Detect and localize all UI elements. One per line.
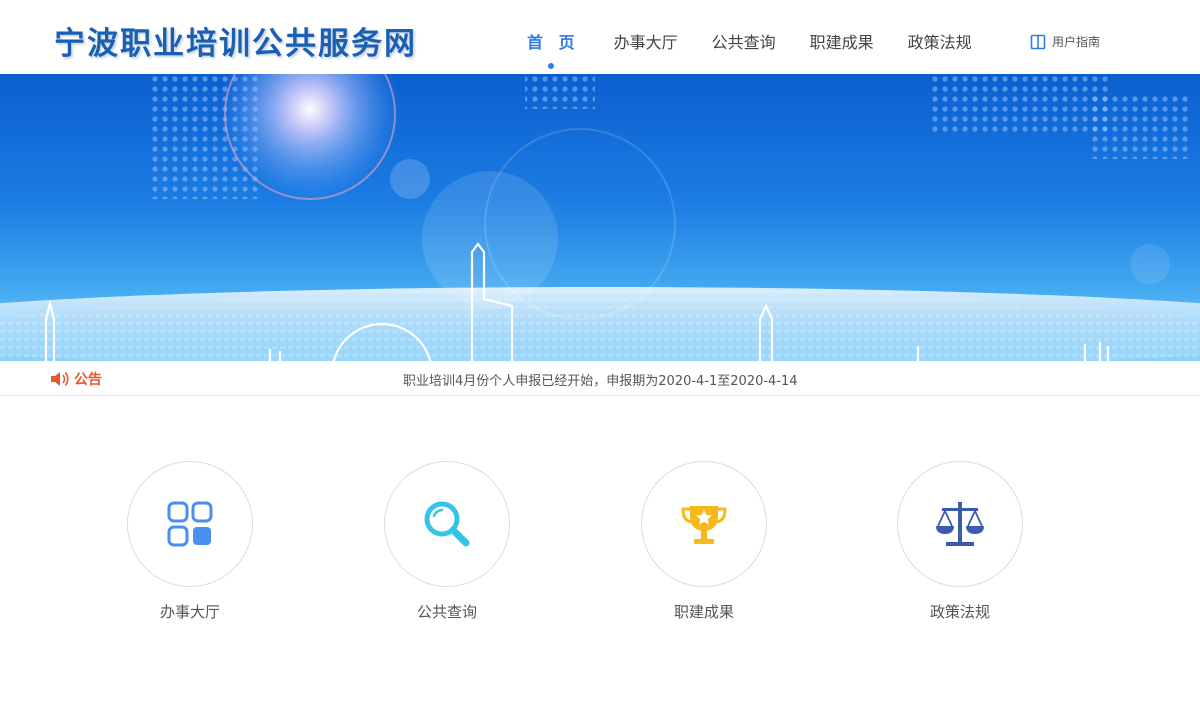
nav-achievements[interactable]: 职建成果 xyxy=(793,0,891,74)
public-query-label: 公共查询 xyxy=(416,603,477,621)
achievements-label: 职建成果 xyxy=(673,603,734,621)
map-dots-far-right xyxy=(1090,94,1190,159)
notice-text[interactable]: 职业培训4月份个人申报已经开始，申报期为2020-4-1至2020-4-14 xyxy=(403,370,798,389)
trophy-icon xyxy=(681,506,727,544)
notice-bar: 公告 职业培训4月份个人申报已经开始，申报期为2020-4-1至2020-4-1… xyxy=(0,361,1200,396)
nav-home-label: 首 页 xyxy=(527,33,580,52)
active-indicator xyxy=(548,63,555,69)
nav-service-hall-label: 办事大厅 xyxy=(613,33,678,52)
banner-illustration xyxy=(0,74,1200,361)
grid-icon xyxy=(167,501,213,547)
policies-circle xyxy=(897,461,1023,587)
service-hall-label: 办事大厅 xyxy=(159,603,220,621)
flare-bubble xyxy=(390,159,430,199)
user-guide-link[interactable]: 用户指南 xyxy=(1030,33,1100,50)
nav-public-query[interactable]: 公共查询 xyxy=(695,0,793,74)
map-dots-center xyxy=(525,74,595,109)
policies-card[interactable]: 政策法规 xyxy=(896,461,1024,622)
user-guide-label: 用户指南 xyxy=(1052,35,1101,49)
site-header: 宁波职业培训公共服务网 首 页 办事大厅 公共查询 职建成果 政策法规 用户指南 xyxy=(0,0,1200,74)
nav-achievements-label: 职建成果 xyxy=(809,33,874,52)
public-query-circle xyxy=(384,461,510,587)
flare-bubble-right xyxy=(1130,244,1170,284)
achievements-card[interactable]: 职建成果 xyxy=(640,461,768,622)
scales-icon xyxy=(936,502,984,546)
globe-horizon xyxy=(0,287,1200,361)
nav-home[interactable]: 首 页 xyxy=(510,0,597,74)
service-hall-circle xyxy=(127,461,253,587)
notice-label: 公告 xyxy=(50,369,102,389)
nav-service-hall[interactable]: 办事大厅 xyxy=(597,0,695,74)
map-dots-right xyxy=(930,74,1110,134)
hero-banner xyxy=(0,74,1200,361)
nav-policies-label: 政策法规 xyxy=(907,33,972,52)
nav-policies[interactable]: 政策法规 xyxy=(891,0,989,74)
site-logo[interactable]: 宁波职业培训公共服务网 xyxy=(54,18,417,63)
achievements-circle xyxy=(641,461,767,587)
book-icon xyxy=(1030,34,1046,49)
nav-public-query-label: 公共查询 xyxy=(711,33,776,52)
notice-title: 公告 xyxy=(74,372,102,388)
service-hall-card[interactable]: 办事大厅 xyxy=(126,461,254,622)
policies-label: 政策法规 xyxy=(929,603,990,621)
main-nav: 首 页 办事大厅 公共查询 职建成果 政策法规 xyxy=(510,0,989,74)
service-grid: 办事大厅 公共查询 职建成果 政策法规 xyxy=(0,396,1200,716)
speaker-icon xyxy=(51,372,69,386)
search-icon xyxy=(424,501,470,547)
public-query-card[interactable]: 公共查询 xyxy=(383,461,511,622)
